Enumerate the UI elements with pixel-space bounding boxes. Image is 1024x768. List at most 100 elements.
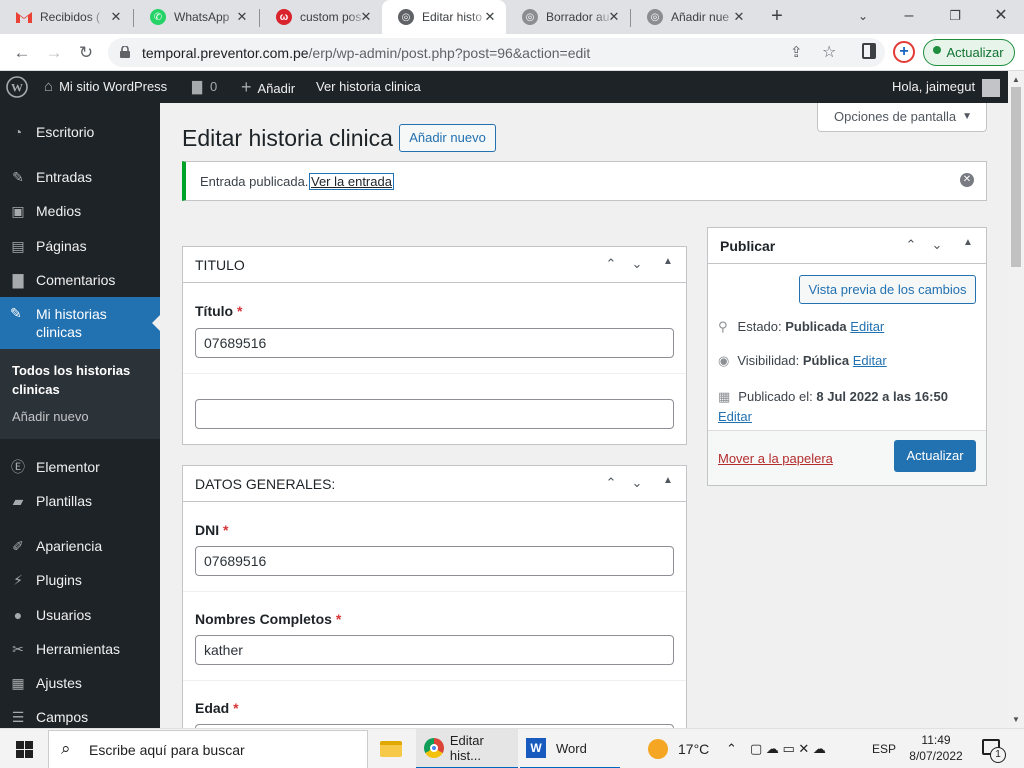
scrollbar-thumb[interactable] bbox=[1011, 87, 1021, 267]
close-window-icon[interactable]: ✕ bbox=[989, 4, 1013, 28]
sidebar-item-entradas[interactable]: ✎ Entradas bbox=[0, 160, 160, 194]
sidebar-item-historias-clinicas[interactable]: ✎ Mi historias clinicas bbox=[0, 297, 160, 349]
side-panel-icon[interactable] bbox=[862, 43, 876, 59]
dni-input[interactable] bbox=[195, 546, 674, 576]
close-tab-icon[interactable]: ✕ bbox=[234, 9, 250, 25]
close-tab-icon[interactable]: ✕ bbox=[731, 9, 747, 25]
dni-label: DNI * bbox=[195, 522, 229, 538]
edit-visibility-link[interactable]: Editar bbox=[853, 353, 887, 368]
search-icon: ⌕ bbox=[61, 739, 71, 758]
taskbar-word[interactable]: W Word bbox=[520, 729, 620, 768]
publish-metabox: Publicar ⌃ ⌄ ▲ Vista previa de los cambi… bbox=[707, 227, 987, 486]
tab-borrador[interactable]: ◎ Borrador au ✕ bbox=[506, 0, 630, 34]
back-icon[interactable]: ← bbox=[10, 41, 34, 65]
home-icon: ⌂ bbox=[44, 78, 54, 95]
dismiss-notice-icon[interactable]: ✕ bbox=[960, 173, 974, 187]
move-down-icon[interactable]: ⌄ bbox=[628, 475, 646, 491]
add-new-button[interactable]: Añadir nuevo bbox=[399, 124, 496, 152]
wrench-icon: ✂ bbox=[12, 640, 24, 657]
brush-icon: ✐ bbox=[12, 537, 24, 554]
edit-status-link[interactable]: Editar bbox=[850, 319, 884, 334]
sidebar-item-apariencia[interactable]: ✐ Apariencia bbox=[0, 529, 160, 563]
close-tab-icon[interactable]: ✕ bbox=[358, 9, 374, 25]
url-text: temporal.preventor.com.pe/erp/wp-admin/p… bbox=[142, 45, 591, 61]
add-new-link[interactable]: + Añadir bbox=[241, 71, 295, 103]
clock[interactable]: 11:49 8/07/2022 bbox=[906, 732, 966, 764]
avatar bbox=[982, 78, 1001, 97]
tab-whatsapp[interactable]: ✆ WhatsApp ✕ bbox=[134, 0, 258, 34]
minimize-icon[interactable]: – bbox=[897, 4, 921, 28]
move-down-icon[interactable]: ⌄ bbox=[928, 237, 946, 253]
browser-toolbar: ← → ↻ temporal.preventor.com.pe/erp/wp-a… bbox=[0, 34, 1024, 71]
submenu-item-all[interactable]: Todos los historias clinicas bbox=[12, 361, 130, 399]
tray-icons[interactable]: ▢ ☁ ▭ ✕ ☁ bbox=[750, 729, 826, 768]
tab-search-icon[interactable]: ⌄ bbox=[851, 4, 875, 28]
close-tab-icon[interactable]: ✕ bbox=[108, 9, 124, 25]
toggle-panel-icon[interactable]: ▲ bbox=[959, 237, 977, 248]
extension-icon[interactable]: + bbox=[893, 41, 915, 63]
taskbar-search[interactable]: ⌕ Escribe aquí para buscar bbox=[48, 730, 368, 768]
fields-icon: ☰ bbox=[11, 708, 25, 725]
screen-options-button[interactable]: Opciones de pantalla ▼ bbox=[817, 103, 987, 132]
weather-widget[interactable]: 17°C bbox=[648, 729, 709, 768]
show-hidden-icons-icon[interactable]: ⌃ bbox=[726, 729, 737, 768]
sidebar-item-comentarios[interactable]: ▇ Comentarios bbox=[0, 263, 160, 297]
folder-icon: ▰ bbox=[12, 492, 24, 509]
sidebar-item-plugins[interactable]: ⚡ Plugins bbox=[0, 563, 160, 597]
sidebar-item-ajustes[interactable]: ▦ Ajustes bbox=[0, 666, 160, 700]
tab-gmail[interactable]: Recibidos ( ✕ bbox=[0, 0, 132, 34]
view-post-link[interactable]: Ver historia clinica bbox=[316, 71, 421, 103]
restore-icon[interactable]: ❐ bbox=[943, 4, 967, 28]
comments-link[interactable]: ▇ 0 bbox=[192, 71, 217, 103]
wordpress-logo-icon[interactable]: W bbox=[6, 71, 28, 103]
titulo-input[interactable] bbox=[195, 328, 674, 358]
sidebar-item-usuarios[interactable]: ● Usuarios bbox=[0, 598, 160, 632]
nombres-input[interactable] bbox=[195, 635, 674, 665]
sidebar-item-elementor[interactable]: Ⓔ Elementor bbox=[0, 450, 160, 484]
nombres-label: Nombres Completos * bbox=[195, 611, 342, 627]
update-button[interactable]: Actualizar bbox=[894, 440, 976, 472]
edit-date-link[interactable]: Editar bbox=[718, 409, 752, 424]
bookmark-star-icon[interactable]: ☆ bbox=[822, 42, 836, 62]
language-indicator[interactable]: ESP bbox=[872, 729, 896, 768]
preview-changes-button[interactable]: Vista previa de los cambios bbox=[799, 275, 976, 304]
close-tab-icon[interactable]: ✕ bbox=[606, 9, 622, 25]
site-name-link[interactable]: ⌂ Mi sitio WordPress bbox=[44, 71, 167, 103]
close-tab-icon[interactable]: ✕ bbox=[482, 9, 498, 25]
start-windows-icon[interactable] bbox=[16, 741, 33, 758]
move-down-icon[interactable]: ⌄ bbox=[628, 256, 646, 272]
plus-icon: + bbox=[241, 77, 252, 97]
move-up-icon[interactable]: ⌃ bbox=[902, 237, 920, 253]
sidebar-item-escritorio[interactable]: ◔ Escritorio bbox=[0, 115, 160, 149]
submenu-item-add-new[interactable]: Añadir nuevo bbox=[12, 409, 89, 424]
address-bar[interactable]: temporal.preventor.com.pe/erp/wp-admin/p… bbox=[108, 38, 885, 67]
move-up-icon[interactable]: ⌃ bbox=[602, 256, 620, 272]
forward-icon[interactable]: → bbox=[42, 41, 66, 65]
share-icon[interactable]: ⇪ bbox=[790, 43, 803, 61]
file-explorer-icon[interactable] bbox=[380, 729, 402, 768]
sidebar-item-herramientas[interactable]: ✂ Herramientas bbox=[0, 632, 160, 666]
tab-anadir-nuevo[interactable]: ◎ Añadir nue ✕ bbox=[631, 0, 755, 34]
view-post-link[interactable]: Ver la entrada bbox=[309, 173, 394, 190]
globe-icon: ◎ bbox=[398, 9, 414, 25]
lock-icon bbox=[120, 46, 130, 58]
tab-custom-post[interactable]: ω custom pos ✕ bbox=[260, 0, 382, 34]
settings-icon: ▦ bbox=[11, 674, 25, 691]
sidebar-item-paginas[interactable]: ▤ Páginas bbox=[0, 229, 160, 263]
trash-link[interactable]: Mover a la papelera bbox=[718, 451, 833, 466]
user-greeting[interactable]: Hola, jaimegut bbox=[892, 71, 1001, 103]
sidebar-item-plantillas[interactable]: ▰ Plantillas bbox=[0, 484, 160, 518]
toggle-panel-icon[interactable]: ▲ bbox=[659, 475, 677, 486]
taskbar-chrome[interactable]: Editar hist... bbox=[416, 729, 518, 768]
datos-generales-metabox: DATOS GENERALES: ⌃ ⌄ ▲ DNI * Nombres Com… bbox=[182, 465, 687, 728]
word-icon: W bbox=[526, 738, 546, 758]
reload-icon[interactable]: ↻ bbox=[74, 41, 98, 65]
wordpress-red-icon: ω bbox=[276, 9, 292, 25]
tab-editar-historia[interactable]: ◎ Editar histo ✕ bbox=[382, 0, 506, 34]
move-up-icon[interactable]: ⌃ bbox=[602, 475, 620, 491]
comment-icon: ▇ bbox=[12, 271, 24, 288]
sidebar-item-medios[interactable]: ▣ Medios bbox=[0, 194, 160, 228]
toggle-panel-icon[interactable]: ▲ bbox=[659, 256, 677, 267]
new-tab-icon[interactable]: + bbox=[765, 4, 789, 28]
secondary-input[interactable] bbox=[195, 399, 674, 429]
